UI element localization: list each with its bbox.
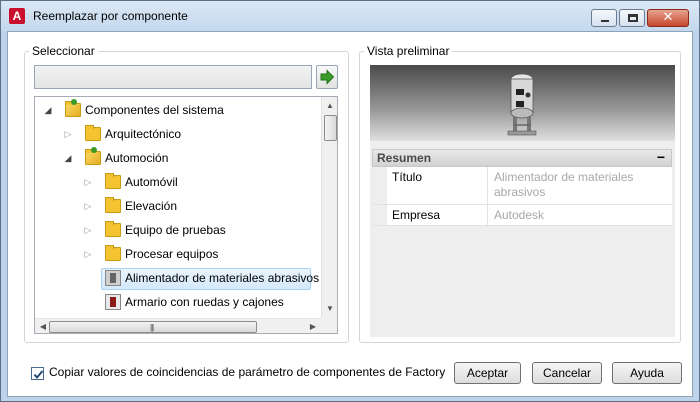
property-value: Autodesk <box>487 205 670 225</box>
tree-item-label: Automoción <box>105 151 169 165</box>
select-group: Seleccionar ◢ Componentes del sistema ▷ Arq… <box>24 44 349 343</box>
tree-item-label: Armario con ruedas y cajones <box>125 295 284 309</box>
property-name: Empresa <box>392 208 441 222</box>
tree-item-label: Alimentador de materiales abrasivos <box>125 271 320 285</box>
checkmark-icon <box>33 370 44 379</box>
minimize-button[interactable] <box>591 9 617 27</box>
tree-item[interactable]: ▷ Procesar equipos <box>35 243 320 265</box>
folder-icon <box>105 173 121 189</box>
tree-item[interactable]: ▷ Elevación <box>35 195 320 217</box>
selection-input[interactable] <box>34 65 312 89</box>
folder-open-icon <box>85 147 101 165</box>
expand-arrow-icon[interactable]: ▷ <box>63 123 73 145</box>
property-row-title: Título Alimentador de materiales abrasiv… <box>372 167 672 205</box>
tree-item[interactable]: Alimentador de materiales abrasivos <box>35 267 320 290</box>
dialog-client-area: Seleccionar ◢ Componentes del sistema ▷ Arq… <box>7 31 693 397</box>
scroll-right-icon[interactable]: ▶ <box>305 319 321 333</box>
summary-header[interactable]: Resumen − <box>372 149 672 167</box>
close-icon: ✕ <box>662 9 674 24</box>
tree-item[interactable]: ▷ Equipo de pruebas <box>35 219 320 241</box>
summary-panel: Resumen − Título Alimentador de material… <box>372 149 672 226</box>
autocad-logo-icon: A <box>9 8 25 24</box>
arrow-right-icon <box>320 69 335 85</box>
row-gutter <box>372 167 387 204</box>
green-dot-icon <box>71 99 77 105</box>
expand-arrow-icon[interactable]: ▷ <box>83 219 93 241</box>
folder-icon <box>105 221 121 237</box>
minimize-icon <box>601 20 609 22</box>
folder-icon <box>105 245 121 261</box>
abrasive-feeder-3d-icon <box>507 73 537 136</box>
green-dot-icon <box>91 147 97 153</box>
go-button[interactable] <box>316 65 338 89</box>
tree-item[interactable]: ◢ Automoción <box>35 147 320 169</box>
tree-item[interactable]: Armario con ruedas y cajones <box>35 291 320 313</box>
collapse-arrow-icon[interactable]: ◢ <box>63 147 73 169</box>
preview-group: Vista preliminar Resumen − Título Alimen… <box>359 44 681 343</box>
window-title: Reemplazar por componente <box>33 9 188 23</box>
vertical-scroll-thumb[interactable] <box>324 115 337 141</box>
maximize-button[interactable] <box>619 9 645 27</box>
folder-open-icon <box>65 99 81 117</box>
tree-item[interactable]: ▷ Arquitectónico <box>35 123 320 145</box>
scroll-corner <box>321 318 337 333</box>
ok-button[interactable]: Aceptar <box>454 362 521 384</box>
collapse-arrow-icon[interactable]: ◢ <box>43 99 53 121</box>
scroll-down-icon[interactable]: ▼ <box>322 301 337 317</box>
help-button[interactable]: Ayuda <box>612 362 682 384</box>
collapse-icon[interactable]: − <box>657 149 665 166</box>
component-glyph <box>110 273 116 283</box>
tree-item-label: Automóvil <box>125 175 178 189</box>
component-icon <box>105 270 121 286</box>
tree-item-label: Componentes del sistema <box>85 103 224 117</box>
dialog-window: A Reemplazar por componente ✕ Selecciona… <box>0 0 700 402</box>
tree-horizontal-scrollbar[interactable]: ◀ ||| ▶ <box>35 318 321 333</box>
cabinet-component-icon <box>105 294 121 310</box>
expand-arrow-icon[interactable]: ▷ <box>83 195 93 217</box>
tree-item[interactable]: ▷ Automóvil <box>35 171 320 193</box>
tree-item-label: Arquitectónico <box>105 127 182 141</box>
tree-item-label: Elevación <box>125 199 178 213</box>
folder-icon <box>105 197 121 213</box>
tree-vertical-scrollbar[interactable]: ▲ ▼ <box>321 97 337 318</box>
component-glyph <box>110 297 116 307</box>
tree-item-label: Procesar equipos <box>125 247 219 261</box>
copy-values-label[interactable]: Copiar valores de coincidencias de parám… <box>49 365 445 379</box>
component-preview-image <box>370 65 675 141</box>
scroll-grip-icon: ||| <box>150 323 154 332</box>
expand-arrow-icon[interactable]: ▷ <box>83 171 93 193</box>
component-tree[interactable]: ◢ Componentes del sistema ▷ Arquitectónico ◢… <box>34 96 338 334</box>
preview-group-label: Vista preliminar <box>364 44 453 58</box>
scroll-up-icon[interactable]: ▲ <box>322 98 337 114</box>
close-button[interactable]: ✕ <box>647 9 689 27</box>
title-bar[interactable]: A Reemplazar por componente ✕ <box>1 1 699 31</box>
horizontal-scroll-thumb[interactable]: ||| <box>49 321 257 333</box>
summary-header-label: Resumen <box>377 151 432 165</box>
select-group-label: Seleccionar <box>29 44 98 58</box>
tree-item-label: Equipo de pruebas <box>125 223 226 237</box>
copy-values-checkbox[interactable] <box>31 367 44 380</box>
maximize-icon <box>628 14 638 22</box>
tree-item[interactable]: ◢ Componentes del sistema <box>35 99 320 121</box>
preview-area: Resumen − Título Alimentador de material… <box>370 65 675 337</box>
cancel-button[interactable]: Cancelar <box>532 362 602 384</box>
expand-arrow-icon[interactable]: ▷ <box>83 243 93 265</box>
property-value: Alimentador de materiales abrasivos <box>487 167 670 204</box>
row-gutter <box>372 205 387 225</box>
folder-icon <box>85 125 101 141</box>
property-row-company: Empresa Autodesk <box>372 205 672 226</box>
property-name: Título <box>392 170 423 184</box>
